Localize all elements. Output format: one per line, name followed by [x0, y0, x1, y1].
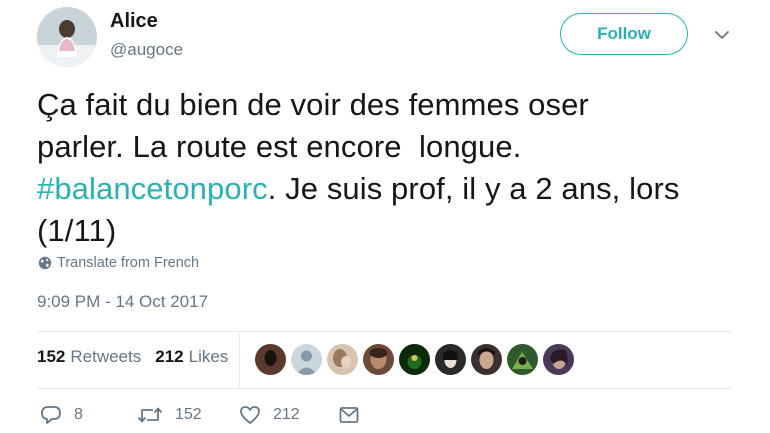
- envelope-icon: [339, 407, 359, 423]
- tweet-stats: 152 Retweets 212 Likes: [37, 347, 228, 367]
- liker-avatar[interactable]: [327, 344, 358, 375]
- tweet-line-text: . Je suis prof, il y a 2 ans, lors: [267, 171, 680, 206]
- avatar-photo: [37, 7, 97, 67]
- likes-stat[interactable]: 212 Likes: [155, 347, 228, 367]
- reply-icon: [41, 406, 61, 424]
- stats-separator: [239, 333, 240, 388]
- liker-avatars: [255, 344, 574, 375]
- retweet-count: 152: [175, 406, 202, 423]
- message-button[interactable]: [338, 405, 360, 425]
- tweet-line: Ça fait du bien de voir des femmes oser: [37, 87, 589, 122]
- tweet-line: #balancetonporc. Je suis prof, il y a 2 …: [37, 168, 747, 210]
- retweet-icon: [137, 407, 163, 423]
- liker-avatar[interactable]: [363, 344, 394, 375]
- like-count: 212: [273, 406, 300, 423]
- reply-count: 8: [74, 406, 83, 423]
- retweet-button[interactable]: 152: [137, 405, 202, 425]
- retweets-stat[interactable]: 152 Retweets: [37, 347, 141, 367]
- liker-avatar[interactable]: [471, 344, 502, 375]
- heart-icon: [240, 406, 260, 424]
- liker-avatar[interactable]: [291, 344, 322, 375]
- retweets-count: 152: [37, 347, 66, 366]
- tweet-line: parler. La route est encore longue.: [37, 129, 522, 164]
- likes-label: Likes: [188, 347, 229, 366]
- user-name[interactable]: Alice: [110, 10, 158, 33]
- liker-avatar[interactable]: [399, 344, 430, 375]
- divider: [37, 331, 733, 332]
- user-handle[interactable]: @augoce: [110, 40, 183, 60]
- liker-avatar[interactable]: [255, 344, 286, 375]
- translate-label[interactable]: Translate from French: [57, 255, 199, 271]
- hashtag-link[interactable]: #balancetonporc: [37, 171, 268, 206]
- tweet-actions: 8 152 212: [0, 405, 770, 433]
- like-button[interactable]: 212: [239, 405, 300, 425]
- liker-avatar[interactable]: [543, 344, 574, 375]
- liker-avatar[interactable]: [435, 344, 466, 375]
- tweet-text: Ça fait du bien de voir des femmes oser …: [37, 84, 747, 252]
- tweet-line: (1/11): [37, 213, 117, 248]
- reply-button[interactable]: 8: [40, 405, 83, 425]
- retweets-label: Retweets: [70, 347, 142, 366]
- divider: [37, 388, 733, 389]
- avatar[interactable]: [37, 7, 97, 67]
- tweet-timestamp[interactable]: 9:09 PM - 14 Oct 2017: [37, 292, 208, 312]
- globe-icon: [38, 256, 52, 270]
- likes-count: 212: [155, 347, 184, 366]
- chevron-down-icon[interactable]: [712, 25, 732, 45]
- translate-link[interactable]: Translate from French: [38, 255, 199, 271]
- follow-button[interactable]: Follow: [560, 13, 688, 55]
- liker-avatar[interactable]: [507, 344, 538, 375]
